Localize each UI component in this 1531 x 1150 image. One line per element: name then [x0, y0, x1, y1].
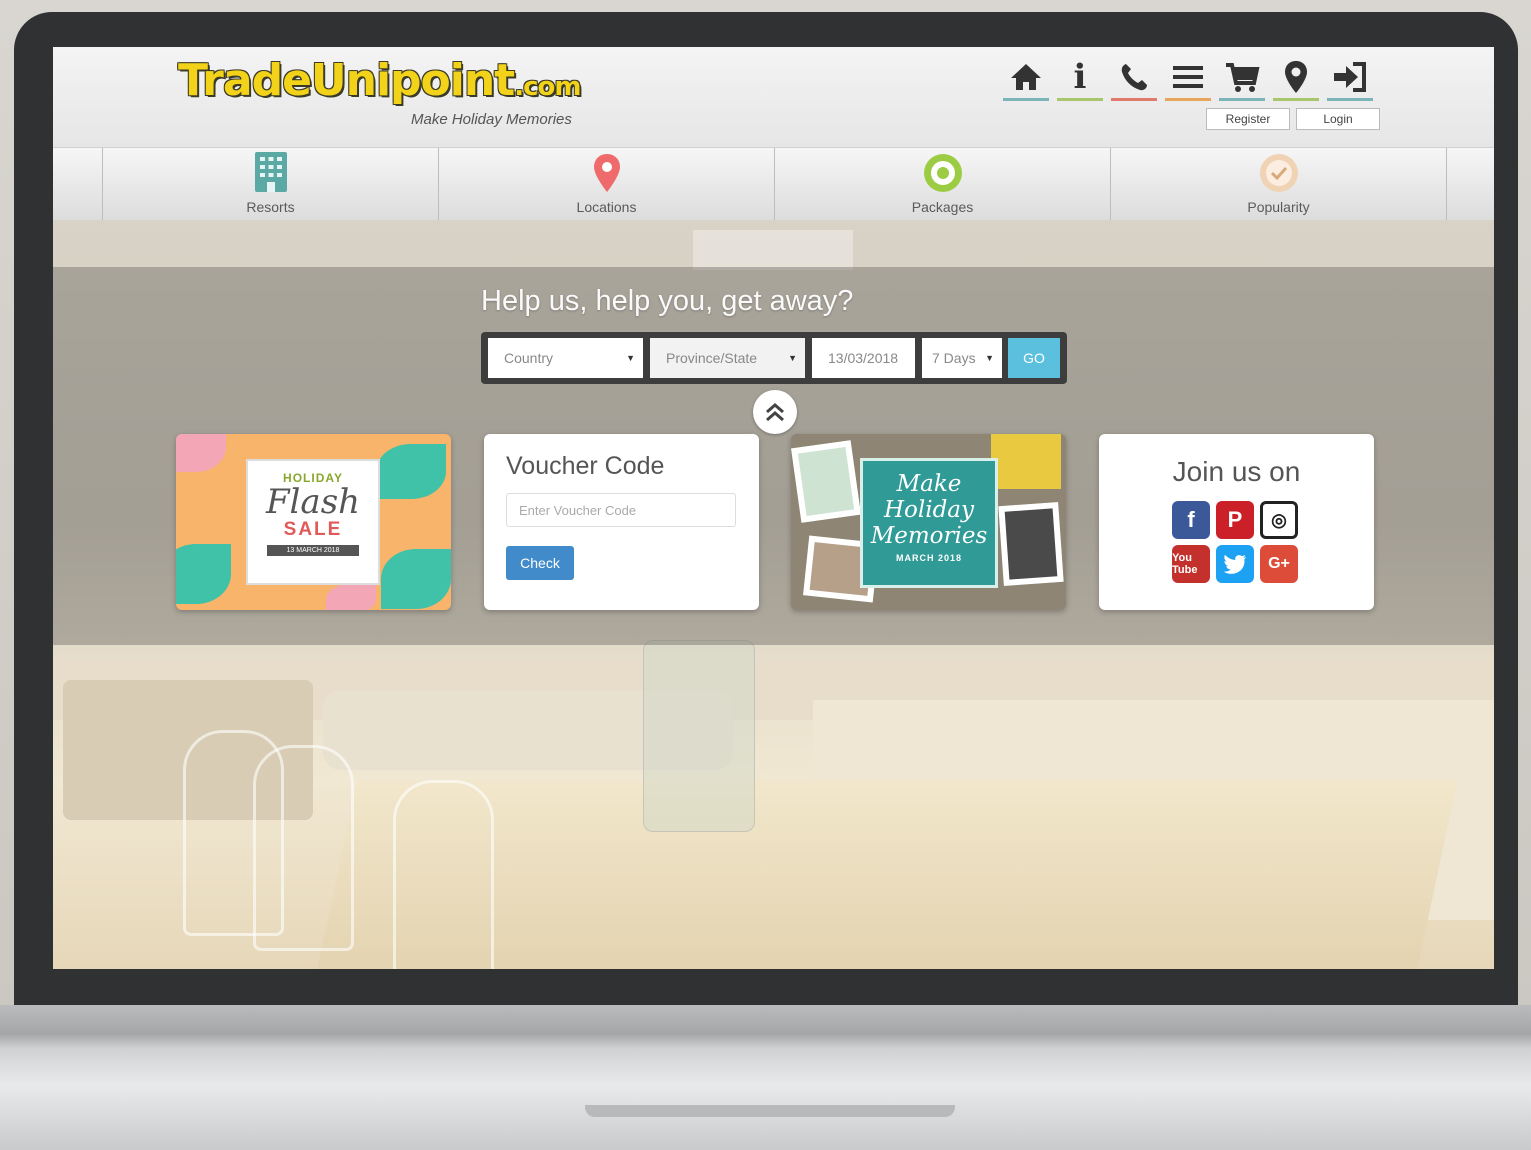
chair [253, 745, 354, 951]
leaf-decoration [381, 549, 451, 609]
building-icon [254, 152, 287, 192]
country-select-value: Country [504, 350, 554, 366]
chandelier [693, 230, 853, 270]
chevron-down-icon: ▼ [626, 353, 635, 363]
nav-label-locations: Locations [576, 199, 637, 215]
flash-sale-label: HOLIDAY Flash SALE 13 MARCH 2018 [246, 459, 380, 585]
photo-decoration [791, 440, 861, 523]
menu-icon[interactable] [1165, 55, 1211, 101]
login-button[interactable]: Login [1296, 108, 1380, 130]
logo[interactable]: TradeUnipoint.com [178, 55, 581, 106]
chevron-down-icon: ▼ [788, 353, 797, 363]
leaf-decoration [326, 584, 376, 610]
date-input[interactable]: 13/03/2018 [812, 338, 915, 378]
voucher-title: Voucher Code [506, 452, 665, 480]
duration-select-value: 7 Days [932, 350, 976, 366]
duration-select[interactable]: 7 Days ▼ [922, 338, 1002, 378]
flash-line3: SALE [283, 519, 343, 540]
memories-card[interactable]: Make Holiday Memories MARCH 2018 [791, 434, 1066, 610]
twitter-icon[interactable] [1216, 545, 1254, 583]
flower-decoration [991, 434, 1061, 489]
voucher-input[interactable]: Enter Voucher Code [506, 493, 736, 527]
social-icons: f P ◎ You Tube G+ [1172, 501, 1298, 583]
screen: TradeUnipoint.com Make Holiday Memories … [53, 47, 1494, 969]
memories-label: Make Holiday Memories MARCH 2018 [860, 458, 998, 588]
leaf-decoration [176, 544, 231, 604]
register-button[interactable]: Register [1206, 108, 1290, 130]
site-header: TradeUnipoint.com Make Holiday Memories … [53, 47, 1494, 147]
nav-divider [1446, 148, 1447, 221]
home-icon[interactable] [1003, 55, 1049, 101]
facebook-icon[interactable]: f [1172, 501, 1210, 539]
tagline: Make Holiday Memories [411, 111, 572, 128]
memories-text: Make Holiday Memories [870, 471, 988, 549]
nav-item-resorts[interactable]: Resorts [102, 148, 438, 221]
check-button[interactable]: Check [506, 546, 574, 580]
info-icon[interactable]: i [1057, 55, 1103, 101]
province-select-value: Province/State [666, 350, 758, 366]
double-chevron-up-icon [766, 403, 784, 422]
laptop-notch [585, 1105, 955, 1117]
go-button[interactable]: GO [1008, 338, 1060, 378]
nav-label-packages: Packages [911, 199, 974, 215]
laptop-base [0, 1005, 1531, 1150]
google-plus-icon[interactable]: G+ [1260, 545, 1298, 583]
search-bar: Country ▼ Province/State ▼ 13/03/2018 7 Da… [481, 332, 1067, 384]
target-icon [923, 154, 962, 192]
logo-text: TradeUnipoint [178, 55, 515, 106]
date-input-value: 13/03/2018 [828, 350, 899, 366]
nav-item-packages[interactable]: Packages [774, 148, 1110, 221]
instagram-icon[interactable]: ◎ [1260, 501, 1298, 539]
main-nav: Resorts Locations Packages Popularity [53, 147, 1494, 221]
map-pin-icon[interactable] [1273, 55, 1319, 101]
flash-sale-card[interactable]: HOLIDAY Flash SALE 13 MARCH 2018 [176, 434, 451, 610]
collapse-button[interactable] [753, 390, 797, 434]
leaf-decoration [176, 434, 226, 472]
check-circle-icon [1259, 154, 1298, 192]
header-icon-bar: i [1003, 55, 1373, 101]
vase [643, 640, 755, 832]
phone-icon[interactable] [1111, 55, 1157, 101]
camera-decoration [998, 502, 1064, 586]
logo-suffix: .com [514, 72, 581, 102]
voucher-card: Voucher Code Enter Voucher Code Check [484, 434, 759, 610]
search-headline: Help us, help you, get away? [481, 285, 854, 317]
flash-date: 13 MARCH 2018 [267, 545, 359, 556]
province-select[interactable]: Province/State ▼ [650, 338, 805, 378]
nav-item-locations[interactable]: Locations [438, 148, 774, 221]
social-title: Join us on [1172, 456, 1301, 487]
map-pin-icon [593, 154, 620, 192]
cart-icon[interactable] [1219, 55, 1265, 101]
chair [393, 780, 494, 969]
memories-date: MARCH 2018 [895, 553, 963, 563]
flash-line2: Flash [265, 482, 361, 522]
leaf-decoration [376, 444, 446, 499]
pinterest-icon[interactable]: P [1216, 501, 1254, 539]
youtube-icon[interactable]: You Tube [1172, 545, 1210, 583]
chevron-down-icon: ▼ [985, 353, 994, 363]
social-card: Join us on f P ◎ You Tube G+ [1099, 434, 1374, 610]
nav-item-popularity[interactable]: Popularity [1110, 148, 1446, 221]
nav-label-popularity: Popularity [1247, 199, 1310, 215]
nav-label-resorts: Resorts [246, 199, 295, 215]
country-select[interactable]: Country ▼ [488, 338, 643, 378]
sign-in-icon[interactable] [1327, 55, 1373, 101]
